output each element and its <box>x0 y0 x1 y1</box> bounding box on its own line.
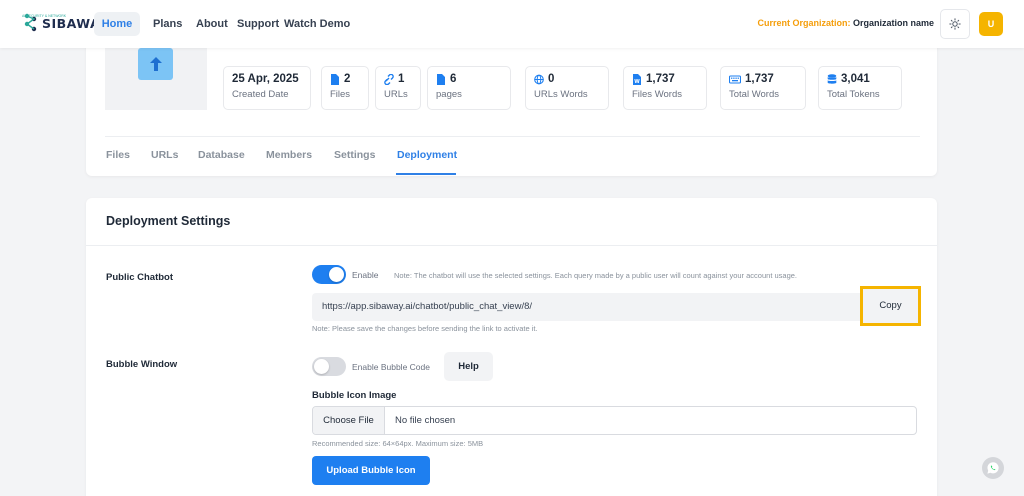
stat-label: URLs <box>384 89 408 100</box>
bubble-icon-file-input[interactable]: Choose File No file chosen <box>312 406 917 435</box>
link-icon <box>384 73 394 85</box>
file-icon <box>331 73 339 85</box>
bubble-code-toggle[interactable] <box>312 357 346 376</box>
active-tab-indicator <box>396 173 456 175</box>
upload-arrow-icon[interactable] <box>138 48 173 80</box>
stat-value: 1,737 <box>646 73 675 85</box>
bubble-icon-image-label: Bubble Icon Image <box>312 390 397 401</box>
svg-text:W: W <box>634 79 640 85</box>
stat-pages: 6 pages <box>427 66 511 110</box>
tab-deployment[interactable]: Deployment <box>397 149 457 161</box>
upload-bubble-icon-button[interactable]: Upload Bubble Icon <box>312 456 430 485</box>
file-status-text: No file chosen <box>395 415 456 426</box>
keyboard-icon <box>729 74 741 84</box>
nav-support[interactable]: Support <box>237 12 279 36</box>
user-avatar[interactable]: U <box>979 12 1003 36</box>
org-name[interactable]: Organization name <box>853 18 934 28</box>
help-button[interactable]: Help <box>444 352 493 381</box>
recommended-size-note: Recommended size: 64×64px. Maximum size:… <box>312 439 484 448</box>
tab-members[interactable]: Members <box>266 149 312 161</box>
globe-icon <box>534 74 544 84</box>
stat-label: Files Words <box>632 89 682 100</box>
page-icon <box>437 73 445 85</box>
enable-bubble-code-label: Enable Bubble Code <box>352 362 430 372</box>
stat-value: 6 <box>450 73 457 85</box>
stat-urls-words: 0 URLs Words <box>525 66 609 110</box>
chat-bubble-icon <box>987 462 999 474</box>
theme-toggle-button[interactable] <box>940 9 970 39</box>
section-divider <box>86 245 937 246</box>
database-icon <box>827 73 837 84</box>
stat-label: Created Date <box>232 89 289 100</box>
nav-plans[interactable]: Plans <box>153 12 182 36</box>
deployment-settings-card <box>86 198 937 496</box>
stat-files: 2 Files <box>321 66 369 110</box>
whatsapp-icon[interactable] <box>982 457 1004 479</box>
tab-database[interactable]: Database <box>198 149 245 161</box>
stat-label: pages <box>436 89 462 100</box>
stat-total-tokens: 3,041 Total Tokens <box>818 66 902 110</box>
choose-file-button[interactable]: Choose File <box>313 407 385 434</box>
stat-label: URLs Words <box>534 89 588 100</box>
stat-label: Total Words <box>729 89 779 100</box>
enable-label: Enable <box>352 270 379 280</box>
tab-settings[interactable]: Settings <box>334 149 375 161</box>
stat-value: 1,737 <box>745 73 774 85</box>
current-organization: Current Organization: Organization name <box>757 18 934 28</box>
sun-icon <box>949 18 961 30</box>
copy-url-button[interactable]: Copy <box>860 286 921 326</box>
stat-value: 25 Apr, 2025 <box>232 73 299 85</box>
stat-value: 3,041 <box>841 73 870 85</box>
brand-tagline: AI SECURITY & NETWORK <box>22 14 67 18</box>
top-navbar: SIBAWAY AI SECURITY & NETWORK Home Plans… <box>0 0 1024 48</box>
stat-total-words: 1,737 Total Words <box>720 66 806 110</box>
stat-urls: 1 URLs <box>375 66 421 110</box>
nav-watch-demo[interactable]: Watch Demo <box>284 12 350 36</box>
tab-urls[interactable]: URLs <box>151 149 178 161</box>
stat-value: 1 <box>398 73 405 85</box>
public-chatbot-label: Public Chatbot <box>106 272 174 283</box>
nav-home[interactable]: Home <box>94 12 140 36</box>
public-chatbot-note: Note: The chatbot will use the selected … <box>394 271 798 280</box>
public-chat-url-field[interactable]: https://app.sibaway.ai/chatbot/public_ch… <box>312 293 860 321</box>
org-prefix: Current Organization: <box>757 18 851 28</box>
tabs-divider <box>105 136 920 137</box>
stat-files-words: W 1,737 Files Words <box>623 66 707 110</box>
stat-label: Files <box>330 89 351 100</box>
word-file-icon: W <box>633 73 641 85</box>
nav-about[interactable]: About <box>196 12 228 36</box>
stat-created-date: 25 Apr, 2025 Created Date <box>223 66 311 110</box>
public-chatbot-toggle[interactable] <box>312 265 346 284</box>
stat-label: Total Tokens <box>827 89 880 100</box>
bubble-window-label: Bubble Window <box>106 359 178 370</box>
section-title: Deployment Settings <box>106 214 231 228</box>
tab-files[interactable]: Files <box>106 149 130 161</box>
stat-value: 0 <box>548 73 555 85</box>
stat-value: 2 <box>344 73 351 85</box>
save-changes-note: Note: Please save the changes before sen… <box>312 324 538 333</box>
arrow-up-icon <box>149 57 162 71</box>
